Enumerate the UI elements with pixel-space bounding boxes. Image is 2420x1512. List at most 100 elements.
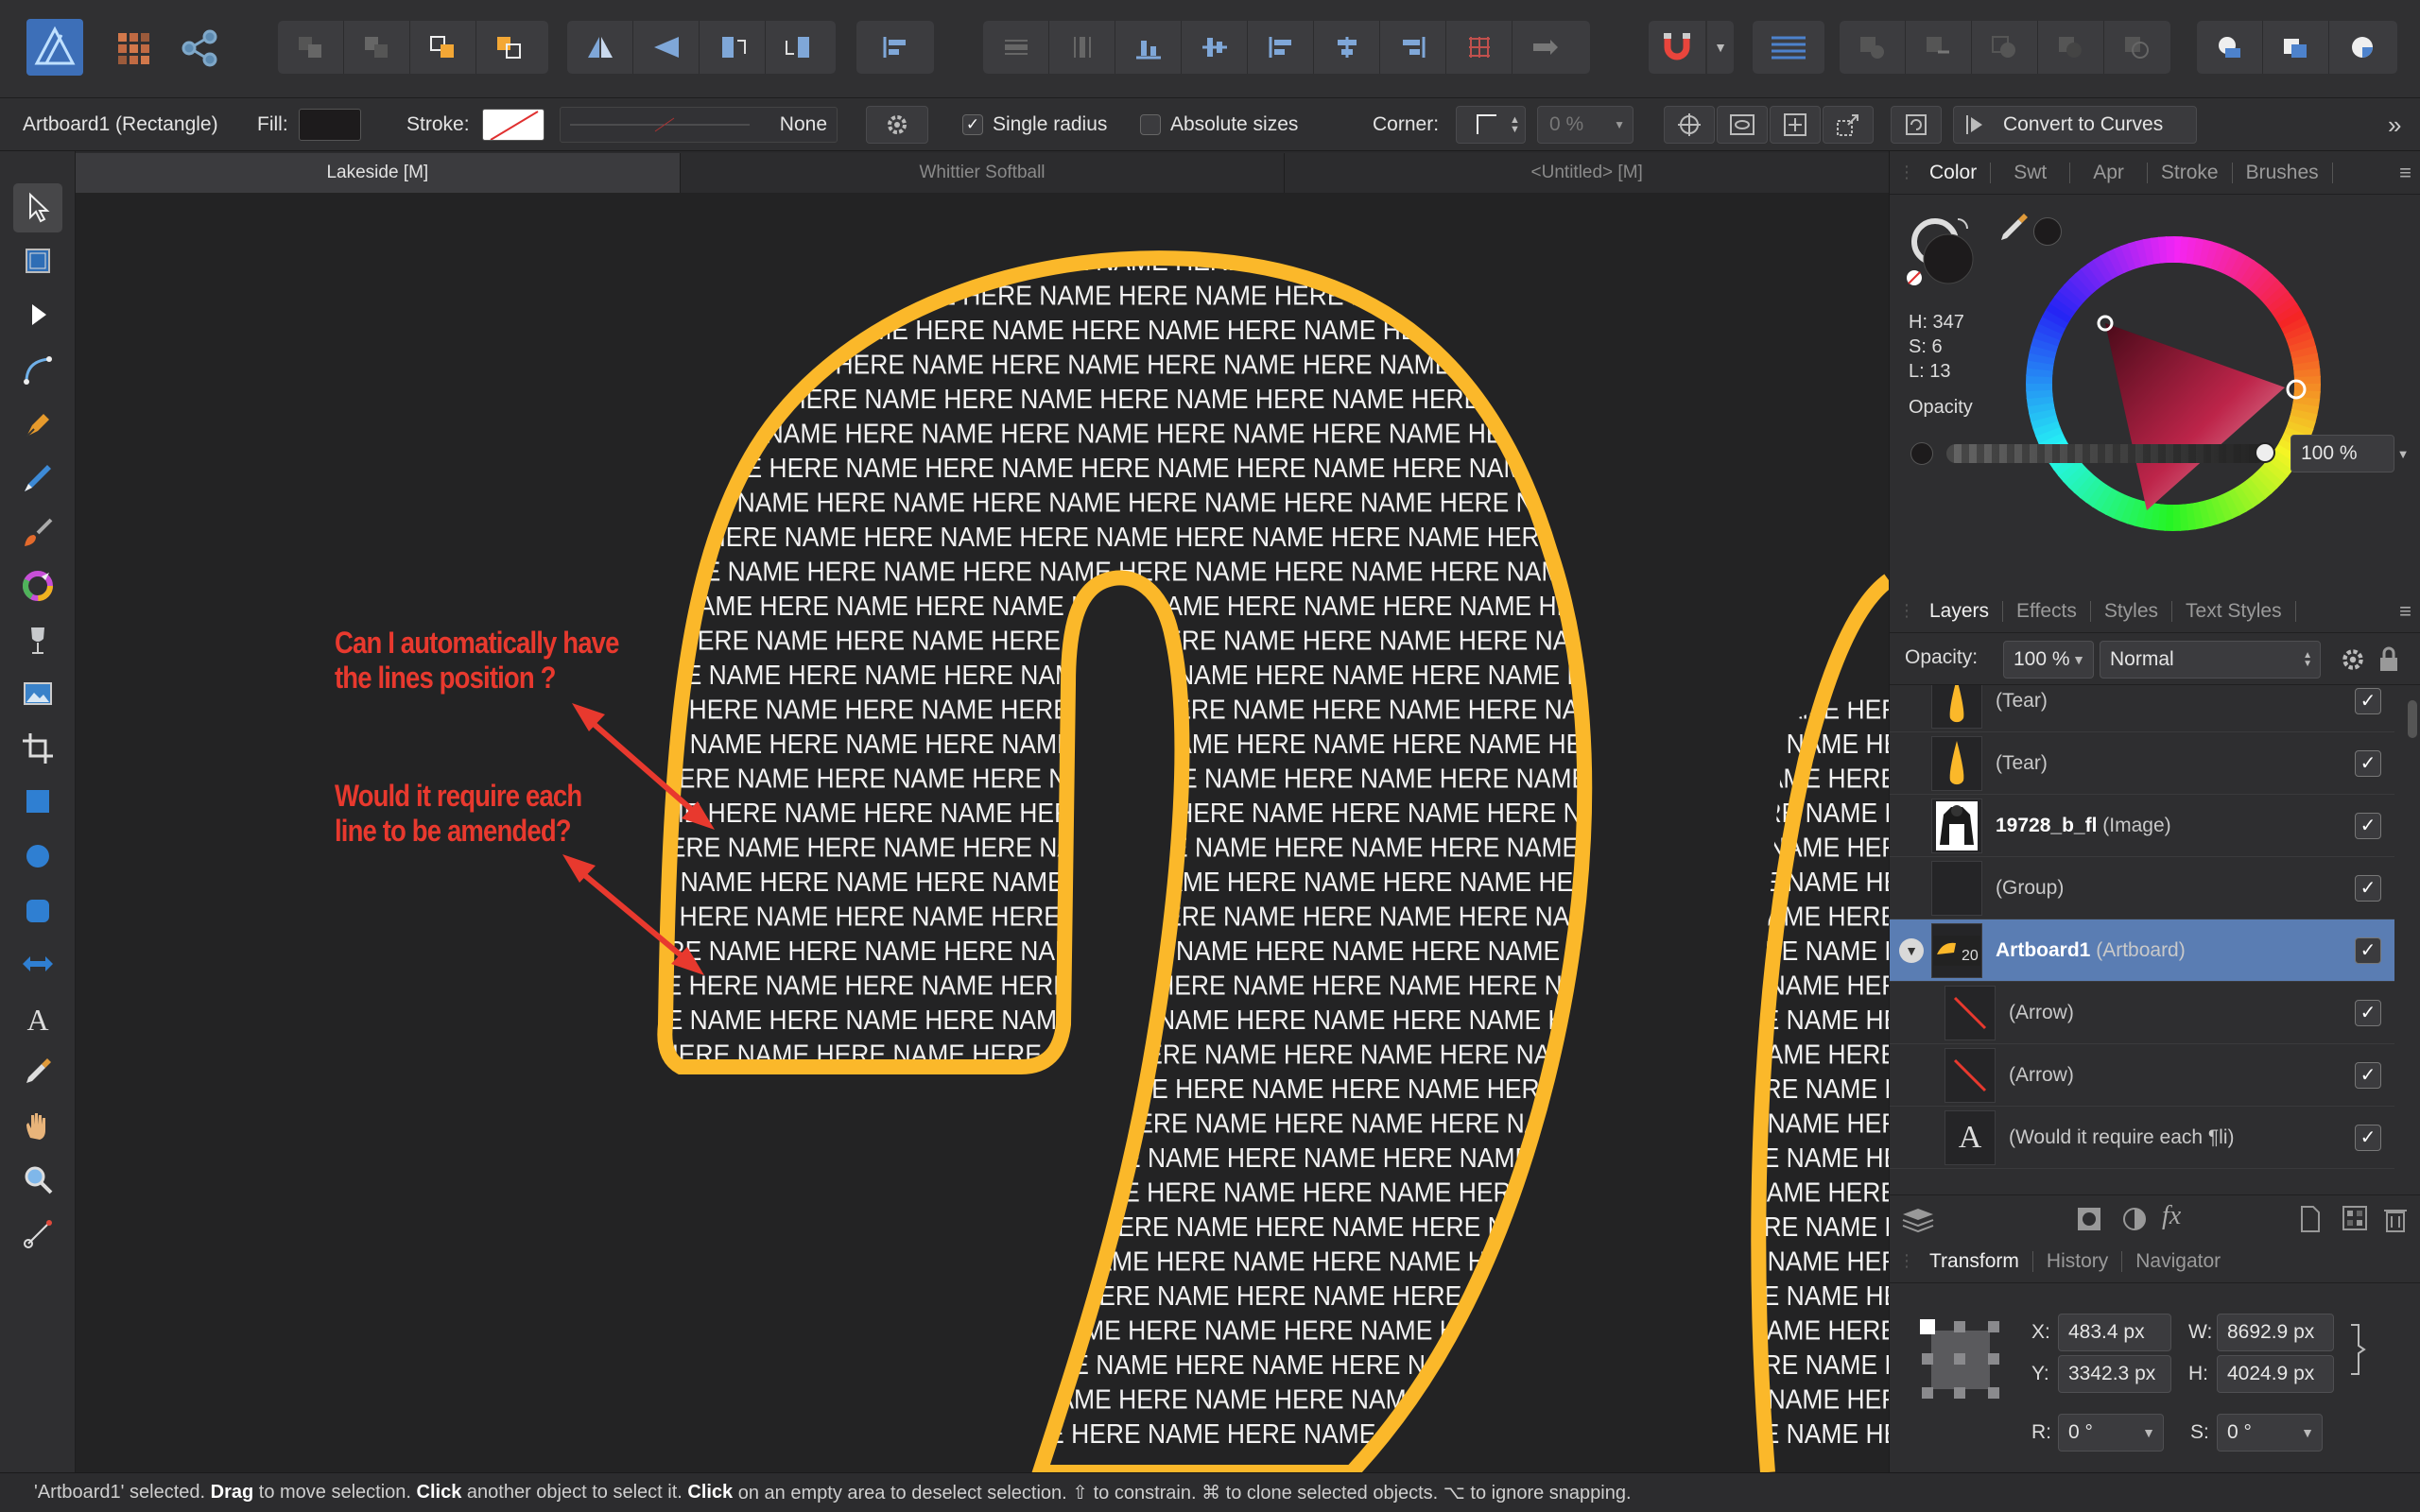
adjustment-icon[interactable] [2120,1205,2149,1233]
layer-row[interactable]: (Tear) ✓ [1890,732,2394,795]
fx-icon[interactable]: fx [2162,1201,2181,1231]
snap-grid-button[interactable] [1446,21,1512,74]
brush-tool[interactable] [13,508,62,558]
layer-row[interactable]: (Arrow) ✓ [1890,1044,2394,1107]
export-persona-button[interactable] [178,26,221,70]
layer-row[interactable]: 19728_b_fl (Image) ✓ [1890,795,2394,857]
subtract-button[interactable] [1906,21,1972,74]
view-tool[interactable] [13,1102,62,1151]
stroke-swatch[interactable] [482,109,544,141]
layer-visibility-checkbox[interactable]: ✓ [2355,812,2381,839]
tab-text-styles[interactable]: Text Styles [2172,600,2296,622]
flip-vertical-button[interactable] [633,21,700,74]
panel-menu-icon[interactable]: ≡ [2399,599,2411,624]
ellipse-tool[interactable] [13,832,62,881]
scale-button[interactable] [1823,106,1874,144]
y-field[interactable]: 3342.3 px [2058,1355,2171,1393]
layer-row[interactable]: A (Would it require each ¶li) ✓ [1890,1107,2394,1169]
opacity-slider-handle[interactable] [2255,442,2275,463]
grip-icon[interactable]: ⋮ [1897,1251,1916,1271]
layer-visibility-checkbox[interactable]: ✓ [2355,874,2381,902]
rotate-button[interactable] [1891,106,1942,144]
insert-inside-button[interactable] [2329,21,2395,74]
opacity-slider[interactable] [1946,442,2275,463]
tab-stroke[interactable]: Stroke [2148,162,2233,183]
align-middle-button[interactable] [1182,21,1248,74]
anchor-selector[interactable] [1918,1317,2003,1402]
new-pixel-layer-icon[interactable] [2342,1205,2368,1231]
rotate-left-button[interactable] [700,21,766,74]
add-button[interactable] [1840,21,1906,74]
document-canvas[interactable]: NAME HERE NAME HERE NAME HERE NAME HERE … [76,193,1889,1472]
tab-navigator[interactable]: Navigator [2122,1250,2234,1272]
stroke-style-dropdown[interactable]: None [560,107,838,143]
transparency-tool[interactable] [13,616,62,665]
layer-visibility-checkbox[interactable]: ✓ [2355,687,2381,714]
h-field[interactable]: 4024.9 px [2217,1355,2334,1393]
single-radius-checkbox[interactable]: ✓ Single radius [962,98,1107,151]
tab-transform[interactable]: Transform [1916,1250,2033,1272]
corner-tool[interactable] [13,346,62,395]
move-back-button[interactable] [278,21,344,74]
fill-tool[interactable] [13,561,62,610]
absolute-sizes-checkbox[interactable]: Absolute sizes [1140,98,1298,151]
xor-button[interactable] [2038,21,2104,74]
forward-one-button[interactable] [410,21,476,74]
w-field[interactable]: 8692.9 px [2217,1314,2334,1351]
shear-field[interactable]: 0 ° ▼ [2217,1414,2323,1452]
tab-brushes[interactable]: Brushes [2233,162,2333,183]
divide-button[interactable] [2104,21,2170,74]
pencil-tool[interactable] [13,454,62,503]
layers-scrollbar[interactable] [2408,700,2417,738]
fill-stroke-selector[interactable] [1901,210,1986,295]
panel-menu-icon[interactable]: ≡ [2399,161,2411,185]
tab-effects[interactable]: Effects [2003,600,2091,622]
layer-visibility-checkbox[interactable]: ✓ [2355,1061,2381,1089]
grip-icon[interactable]: ⋮ [1897,163,1916,182]
text-tool[interactable]: A [13,994,62,1043]
tab-swatches[interactable]: Swt [1991,162,2071,183]
align-options-button[interactable] [856,21,934,74]
layer-opacity-field[interactable]: 100 % ▼ [2003,641,2094,679]
stroke-settings-button[interactable] [866,106,928,144]
overflow-chevron-icon[interactable]: » [2388,98,2401,151]
move-arrow-button[interactable] [1512,21,1579,74]
pen-tool[interactable] [13,401,62,450]
layer-row[interactable]: ▼ 20 Artboard1 (Artboard) ✓ [1890,919,2394,982]
align-bottom-button[interactable] [1115,21,1182,74]
layer-row[interactable]: (Group) ✓ [1890,857,2394,919]
tab-untitled[interactable]: <Untitled> [M] [1285,153,1889,193]
color-picker-tool[interactable] [13,1047,62,1096]
tab-whittier-softball[interactable]: Whittier Softball [681,153,1286,193]
layer-visibility-checkbox[interactable]: ✓ [2355,999,2381,1026]
tab-lakeside[interactable]: Lakeside [M] [76,153,681,193]
pixel-persona-button[interactable] [112,26,155,70]
align-top-button[interactable] [1248,21,1314,74]
measure-tool[interactable] [13,1210,62,1259]
place-image-tool[interactable] [13,669,62,718]
arrow-shape-tool[interactable] [13,939,62,988]
corner-type-dropdown[interactable]: ▲ ▼ [1456,106,1526,144]
layers-stack-icon[interactable] [1901,1205,1935,1233]
align-h-space-button[interactable] [983,21,1049,74]
show-bbox-button[interactable] [1717,106,1768,144]
crop-tool[interactable] [13,724,62,773]
rotate-right-button[interactable] [766,21,832,74]
snapping-dropdown[interactable]: ▼ [1707,21,1734,74]
blend-mode-dropdown[interactable]: Normal ▲ ▼ [2100,641,2321,679]
zoom-tool[interactable] [13,1155,62,1204]
fit-button[interactable] [1770,106,1821,144]
layer-row[interactable]: (Arrow) ✓ [1890,982,2394,1044]
mask-icon[interactable] [2075,1205,2103,1233]
fill-swatch[interactable] [299,109,361,141]
rotation-field[interactable]: 0 ° ▼ [2058,1414,2164,1452]
annotation-text-2[interactable]: Would it require each line to be amended… [335,779,582,849]
tab-styles[interactable]: Styles [2091,600,2173,622]
flip-horizontal-button[interactable] [567,21,633,74]
back-one-button[interactable] [344,21,410,74]
rectangle-tool[interactable] [13,777,62,826]
artboard-tool[interactable] [13,236,62,285]
insert-top-button[interactable] [2263,21,2329,74]
color-wheel[interactable] [2022,232,2325,535]
rounded-rectangle-tool[interactable] [13,886,62,936]
